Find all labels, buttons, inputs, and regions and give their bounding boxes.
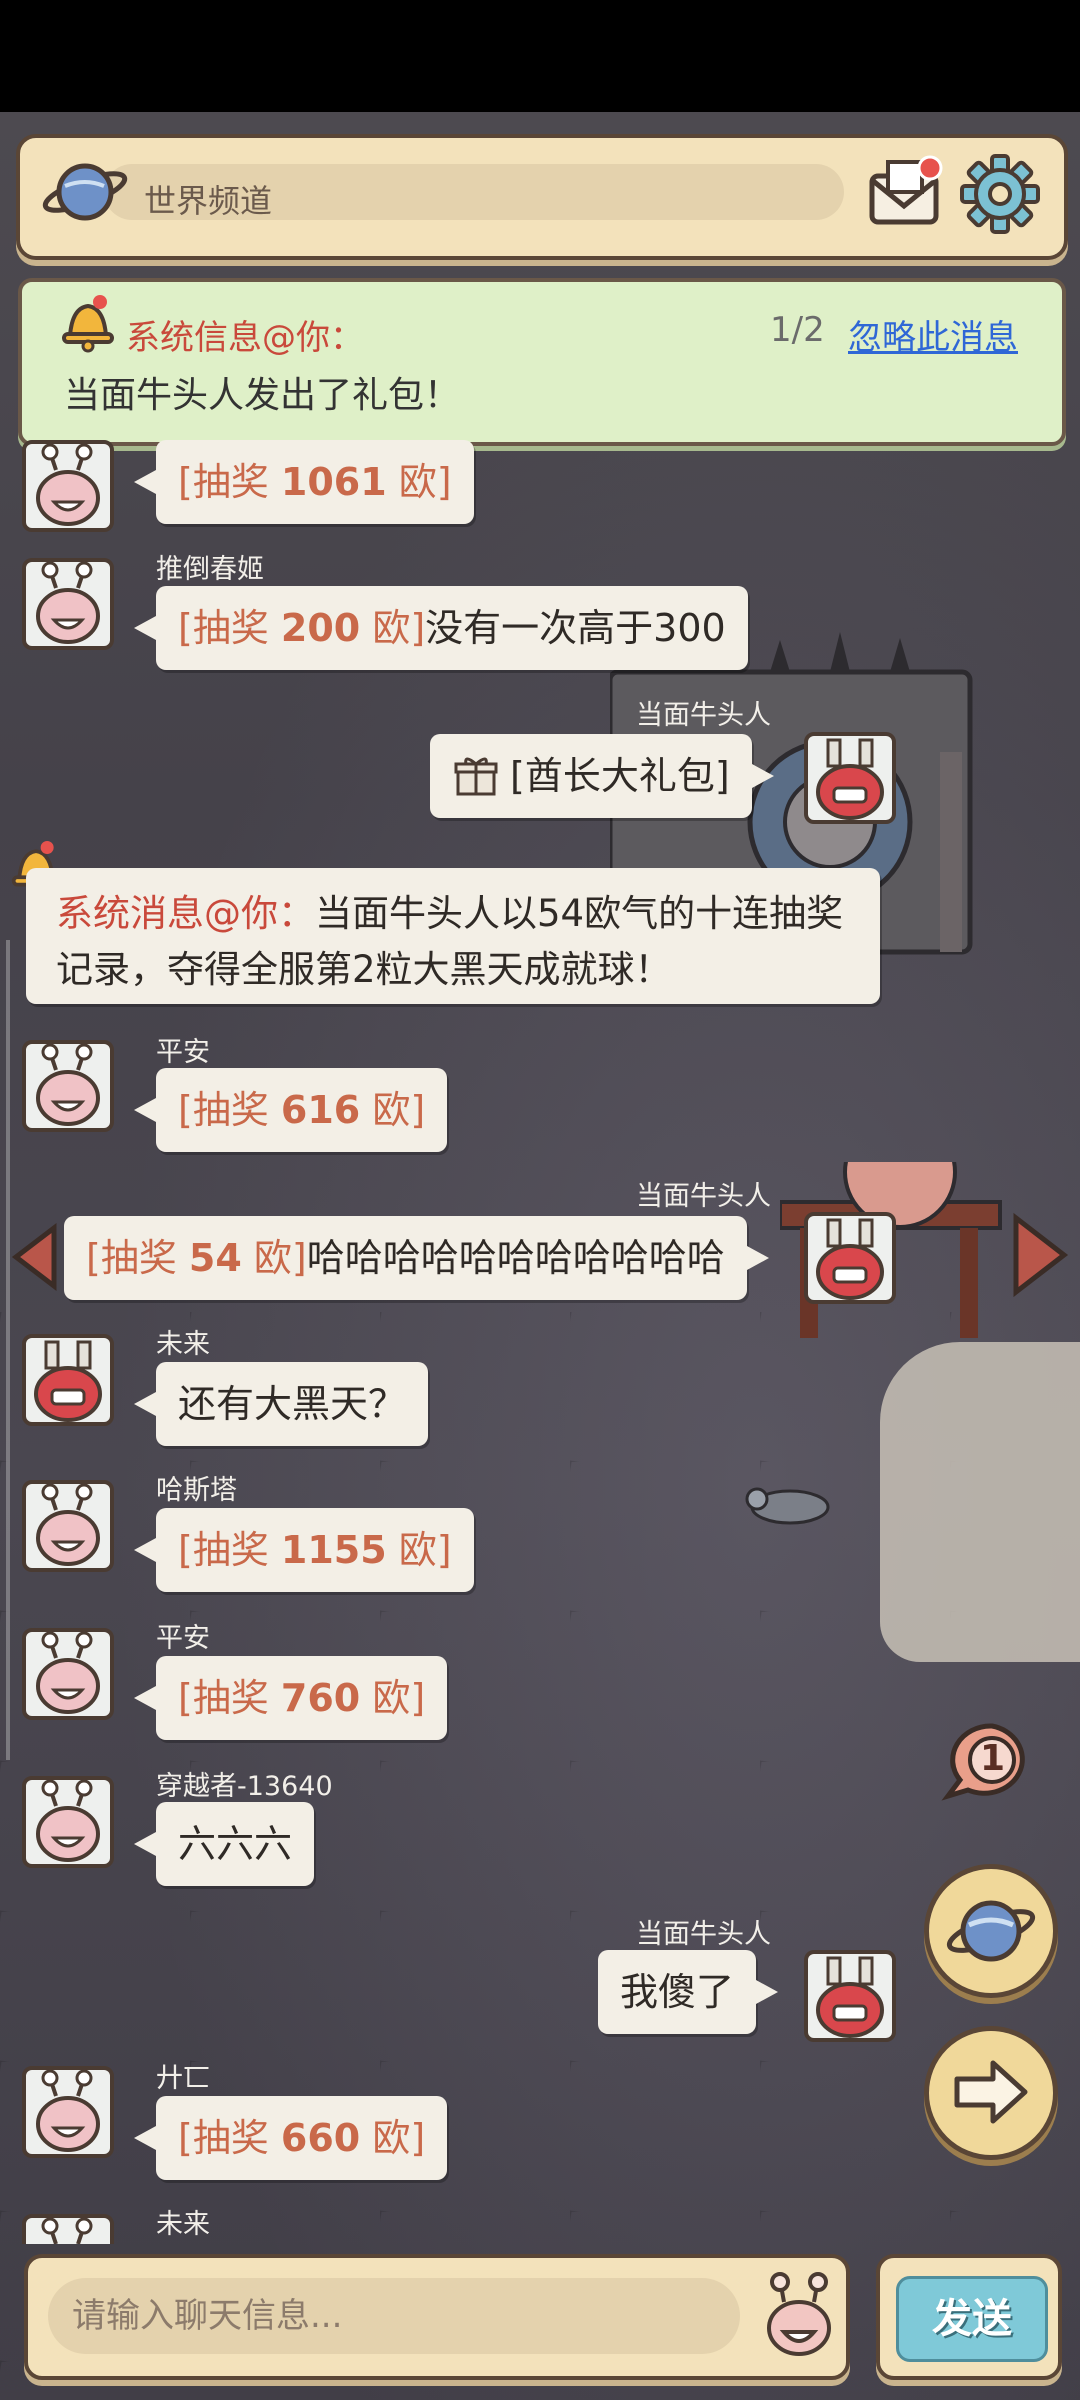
planet-icon [946, 1900, 1036, 1962]
chat-bubble: [抽奖 1155 欧] [134, 1508, 474, 1592]
avatar-snail[interactable] [22, 1628, 114, 1720]
system-message: 系统消息@你：当面牛头人以54欧气的十连抽奖记录，夺得全服第2粒大黑天成就球！ [26, 868, 880, 1004]
sender-name: 平安 [156, 1037, 210, 1068]
chat-bubble: [抽奖 200 欧]没有一次高于300 [134, 586, 748, 670]
avatar-snail[interactable] [22, 558, 114, 650]
chat-bubble: 还有大黑天？ [133, 1362, 429, 1446]
snail-emoji-icon[interactable] [762, 2272, 836, 2358]
avatar-snail[interactable] [22, 1480, 114, 1572]
channel-name: 世界频道 [144, 182, 273, 220]
sender-name: 当面牛头人 [636, 1181, 771, 1212]
gift-icon [454, 757, 498, 796]
sender-name: 当面牛头人 [636, 1919, 771, 1950]
next-button[interactable] [924, 2026, 1058, 2160]
top-bar: 世界频道 [16, 134, 1068, 260]
avatar-bull[interactable] [804, 1950, 896, 2042]
arrow-right-icon [954, 2060, 1028, 2124]
mouse-illustration [745, 1487, 830, 1525]
avatar-snail[interactable] [22, 1040, 114, 1132]
scrollbar[interactable] [6, 940, 10, 1760]
bell-icon [62, 295, 114, 353]
arrow-left-icon[interactable] [10, 1222, 60, 1292]
chat-bubble: [抽奖 54 欧]哈哈哈哈哈哈哈哈哈哈哈 [64, 1216, 769, 1300]
send-button[interactable]: 发送 [876, 2254, 1062, 2380]
unread-count-badge[interactable]: 1 [940, 1720, 1036, 1806]
avatar-snail[interactable] [22, 2066, 114, 2158]
sender-name: 未来 [156, 1329, 210, 1360]
avatar-bull[interactable] [804, 732, 896, 824]
gift-bubble[interactable]: [酋长大礼包] [430, 734, 774, 818]
avatar-snail[interactable] [22, 2214, 114, 2244]
chat-bubble: 六六六 [133, 1802, 315, 1886]
sender-name: 廾匸 [156, 2063, 210, 2094]
planet-icon [42, 163, 128, 221]
chat-bubble: [抽奖 660 欧] [133, 2096, 448, 2180]
avatar-bull[interactable] [804, 1212, 896, 1304]
system-notice-banner: 系统信息@你： 1/2 忽略此消息 当面牛头人发出了礼包！ [18, 278, 1066, 446]
chat-input-bar [24, 2254, 850, 2380]
channel-selector[interactable]: 世界频道 [104, 164, 844, 220]
send-label: 发送 [896, 2276, 1048, 2362]
status-bar [0, 0, 1080, 112]
chat-message-input[interactable] [48, 2278, 740, 2354]
banner-body: 当面牛头人发出了礼包！ [64, 375, 461, 416]
mail-icon[interactable] [866, 152, 946, 228]
ignore-message-link[interactable]: 忽略此消息 [848, 310, 1018, 359]
chat-bubble: 我傻了 [598, 1950, 779, 2034]
gear-icon[interactable] [958, 152, 1042, 236]
arrow-right-icon[interactable] [1008, 1212, 1070, 1298]
banner-title: 系统信息@你： [126, 318, 364, 358]
sender-name: 平安 [156, 1623, 210, 1654]
world-channel-button[interactable] [924, 1864, 1058, 1998]
sender-name: 哈斯塔 [156, 1475, 237, 1506]
sender-name: 穿越者-13640 [156, 1771, 333, 1802]
avatar-snail[interactable] [22, 1776, 114, 1868]
blanket-illustration [880, 1342, 1080, 1662]
sender-name: 未来 [156, 2209, 210, 2240]
unread-count: 1 [980, 1738, 1006, 1779]
sender-name: 当面牛头人 [636, 700, 771, 731]
chat-bubble: [抽奖 616 欧] [133, 1068, 448, 1152]
banner-page-indicator: 1/2 [770, 310, 825, 350]
chat-bubble: [抽奖 1061 欧] [134, 440, 474, 524]
chat-bubble: [抽奖 760 欧] [133, 1656, 448, 1740]
avatar-snail[interactable] [22, 440, 114, 532]
avatar-bull[interactable] [22, 1334, 114, 1426]
sender-name: 推倒春姬 [156, 554, 264, 585]
